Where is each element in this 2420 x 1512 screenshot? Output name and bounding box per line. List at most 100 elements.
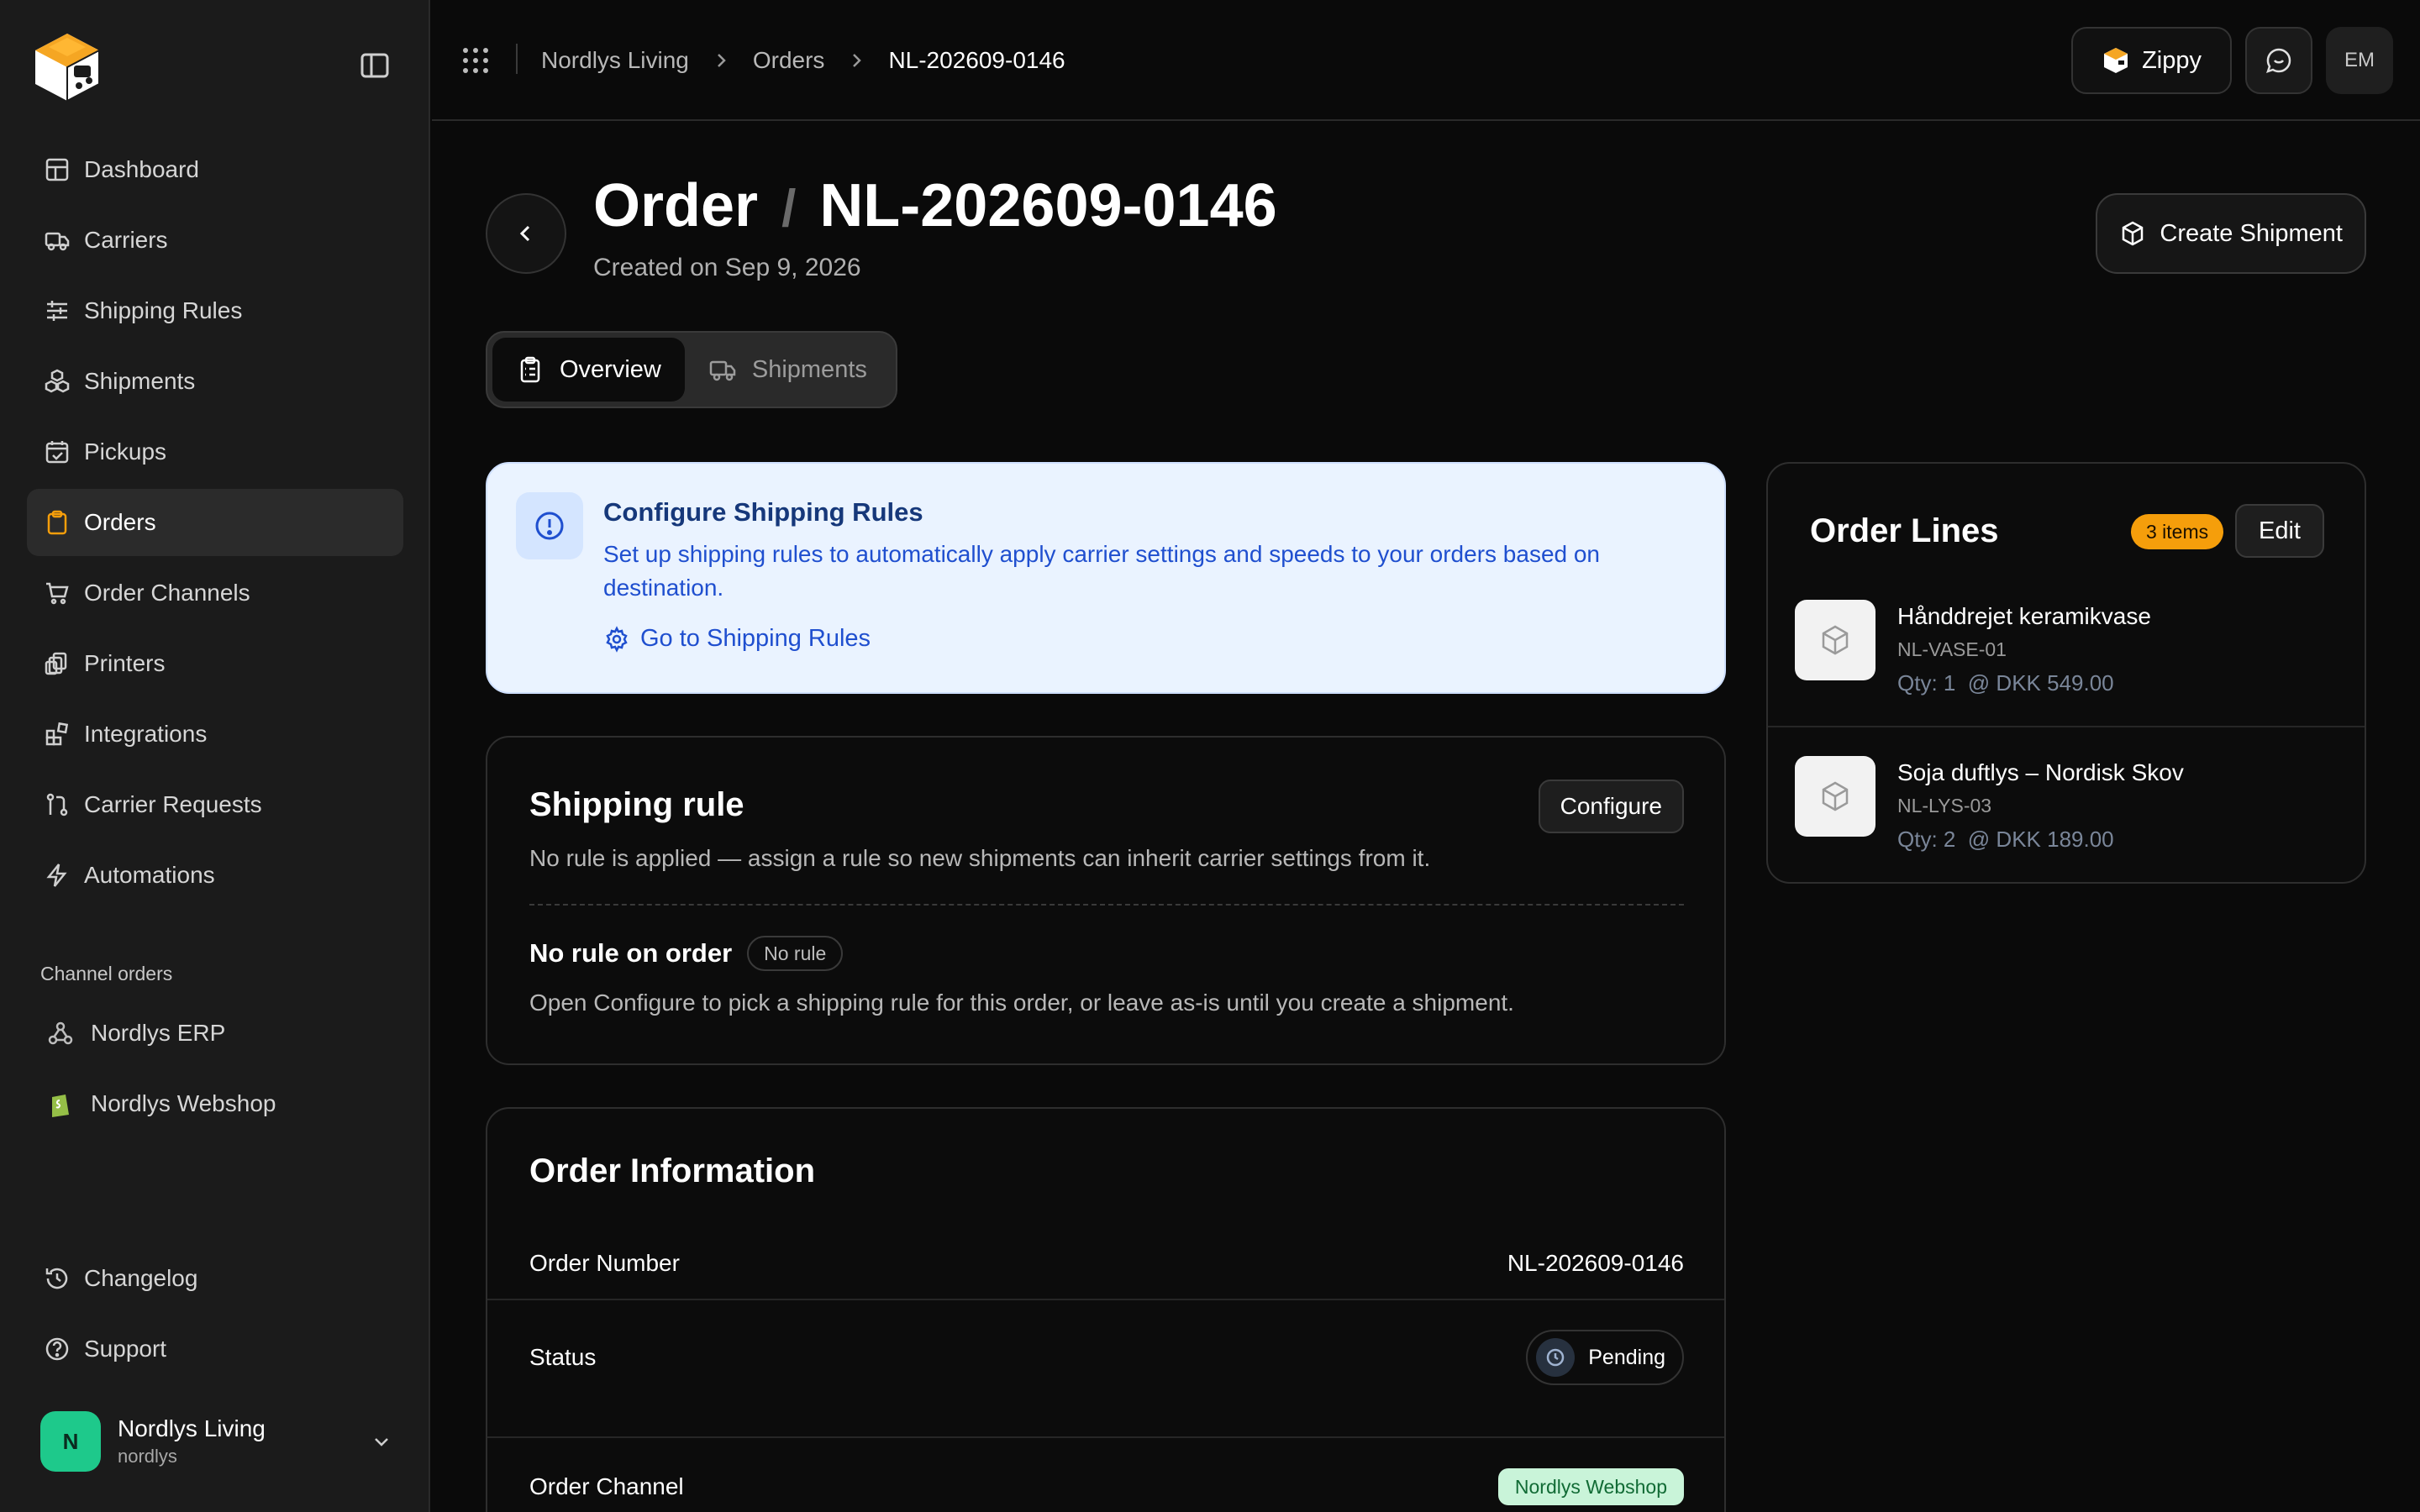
chevron-left-icon [519,225,530,242]
page-title: Order / NL-202609-0146 [593,171,1277,240]
sidebar-item-label: Order Channels [84,580,250,606]
package-icon [1822,781,1849,811]
sidebar-item-label: Support [84,1336,167,1362]
sidebar-item-label: Pickups [84,438,167,465]
account-switcher[interactable]: N Nordlys Living nordlys [40,1410,393,1473]
order-lines-title: Order Lines [1810,512,1999,549]
status-badge: Pending [1526,1330,1684,1385]
package-icon [2123,221,2144,246]
clock-icon [1536,1338,1576,1377]
apps-grid-icon[interactable] [460,45,491,76]
chevron-right-icon [853,54,862,67]
sidebar-item-support[interactable]: Support [27,1315,403,1383]
zippy-label: Zippy [2142,46,2202,74]
channel-label: Nordlys Webshop [91,1090,276,1116]
boxes-icon [45,369,70,393]
status-value: Pending [1588,1345,1665,1369]
sidebar-item-label: Automations [84,862,215,888]
order-channel-label: Order Channel [529,1473,684,1499]
topbar-actions: Zippy EM [2071,27,2393,94]
sidebar-item-carrier-requests[interactable]: Carrier Requests [27,771,403,838]
channel-label: Nordlys ERP [91,1020,226,1046]
shopify-icon [52,1095,69,1117]
line-item-sku: NL-VASE-01 [1897,638,2007,660]
sidebar-item-label: Changelog [84,1265,198,1291]
sidebar-bottom-nav: Changelog Support [27,1245,403,1386]
chevron-down-icon [375,1438,388,1446]
sidebar-item-label: Integrations [84,721,208,747]
status-row: Status Pending [487,1317,1724,1398]
sidebar-item-shipping-rules[interactable]: Shipping Rules [27,277,403,344]
sidebar-channel-erp[interactable]: Nordlys ERP [27,1000,403,1067]
order-information-card: Order Information Order Number NL-202609… [486,1107,1726,1512]
create-shipment-button[interactable]: Create Shipment [2096,193,2366,274]
user-initials-button[interactable]: EM [2326,27,2393,94]
edit-order-lines-button[interactable]: Edit [2235,504,2324,558]
sidebar-item-orders[interactable]: Orders [27,489,403,556]
topbar-divider [516,44,518,74]
sidebar-item-pickups[interactable]: Pickups [27,418,403,486]
breadcrumb-workspace[interactable]: Nordlys Living [541,47,689,74]
line-item-sku: NL-LYS-03 [1897,795,1992,816]
sidebar-item-integrations[interactable]: Integrations [27,701,403,768]
tab-label: Overview [560,355,661,383]
sidebar-item-label: Carrier Requests [84,791,262,817]
sidebar-item-dashboard[interactable]: Dashboard [27,136,403,203]
order-number-value: NL-202609-0146 [1507,1250,1684,1276]
sidebar-toggle-icon[interactable] [360,52,390,79]
sidebar-channel-webshop[interactable]: Nordlys Webshop [27,1070,403,1137]
go-to-shipping-rules-link[interactable]: Go to Shipping Rules [603,625,871,653]
order-channel-badge: Nordlys Webshop [1497,1468,1684,1505]
items-count-badge: 3 items [2131,514,2224,549]
create-shipment-label: Create Shipment [2160,219,2343,247]
sidebar-item-carriers[interactable]: Carriers [27,207,403,274]
list-item[interactable]: Hånddrejet keramikvase NL-VASE-01 Qty: 1… [1768,576,2365,732]
channel-orders-label: Channel orders [40,963,173,984]
line-item-qty: Qty: 1 @ DKK 549.00 [1897,670,2114,696]
list-item[interactable]: Soja duftlys – Nordisk Skov NL-LYS-03 Qt… [1768,732,2365,889]
app-logo[interactable] [30,30,104,104]
git-pull-icon [46,793,68,816]
sidebar-item-shipments[interactable]: Shipments [27,348,403,415]
line-item-name: Soja duftlys – Nordisk Skov [1897,759,2184,785]
title-prefix: Order [593,172,759,239]
order-lines-card: Order Lines 3 items Edit Hånddrejet kera… [1766,462,2366,884]
row-divider [487,1299,1724,1300]
shipping-rule-description: No rule is applied — assign a rule so ne… [529,845,1431,871]
tab-label: Shipments [751,355,867,383]
product-thumbnail [1795,756,1876,837]
sidebar-item-label: Orders [84,509,156,535]
zippy-button[interactable]: Zippy [2071,27,2232,94]
sidebar-item-label: Shipping Rules [84,297,243,323]
tab-bar: Overview Shipments [486,331,897,408]
chat-icon [2266,48,2291,73]
tab-overview[interactable]: Overview [492,338,685,402]
tab-shipments[interactable]: Shipments [685,338,891,402]
chat-button[interactable] [2245,27,2312,94]
sidebar-item-printers[interactable]: Printers [27,630,403,697]
order-number-row: Order Number NL-202609-0146 [487,1235,1724,1292]
shipping-rule-card: Shipping rule Configure No rule is appli… [486,736,1726,1065]
title-separator: / [781,180,797,238]
history-icon [45,1268,68,1289]
status-label: Status [529,1344,597,1370]
gear-icon [606,625,628,653]
sidebar-item-changelog[interactable]: Changelog [27,1245,403,1312]
sidebar-nav: Dashboard Carriers Shipping Rules Shipme… [27,136,403,912]
row-divider [1768,726,2365,727]
printer-icon [45,652,67,675]
configure-button[interactable]: Configure [1538,780,1684,833]
no-rule-heading: No rule on order [529,938,733,968]
breadcrumb-orders[interactable]: Orders [753,47,825,74]
channel-list: Nordlys ERP Nordlys Webshop [27,1000,403,1141]
no-rule-pill: No rule [747,936,844,971]
sidebar-item-automations[interactable]: Automations [27,842,403,909]
banner-text: Set up shipping rules to automatically a… [603,541,1601,601]
sidebar-item-order-channels[interactable]: Order Channels [27,559,403,627]
bolt-icon [46,864,67,887]
order-information-title: Order Information [529,1152,816,1189]
line-item-name: Hånddrejet keramikvase [1897,603,2151,629]
shipping-rule-title: Shipping rule [529,786,744,823]
truck-icon [709,360,736,381]
back-button[interactable] [486,193,566,274]
